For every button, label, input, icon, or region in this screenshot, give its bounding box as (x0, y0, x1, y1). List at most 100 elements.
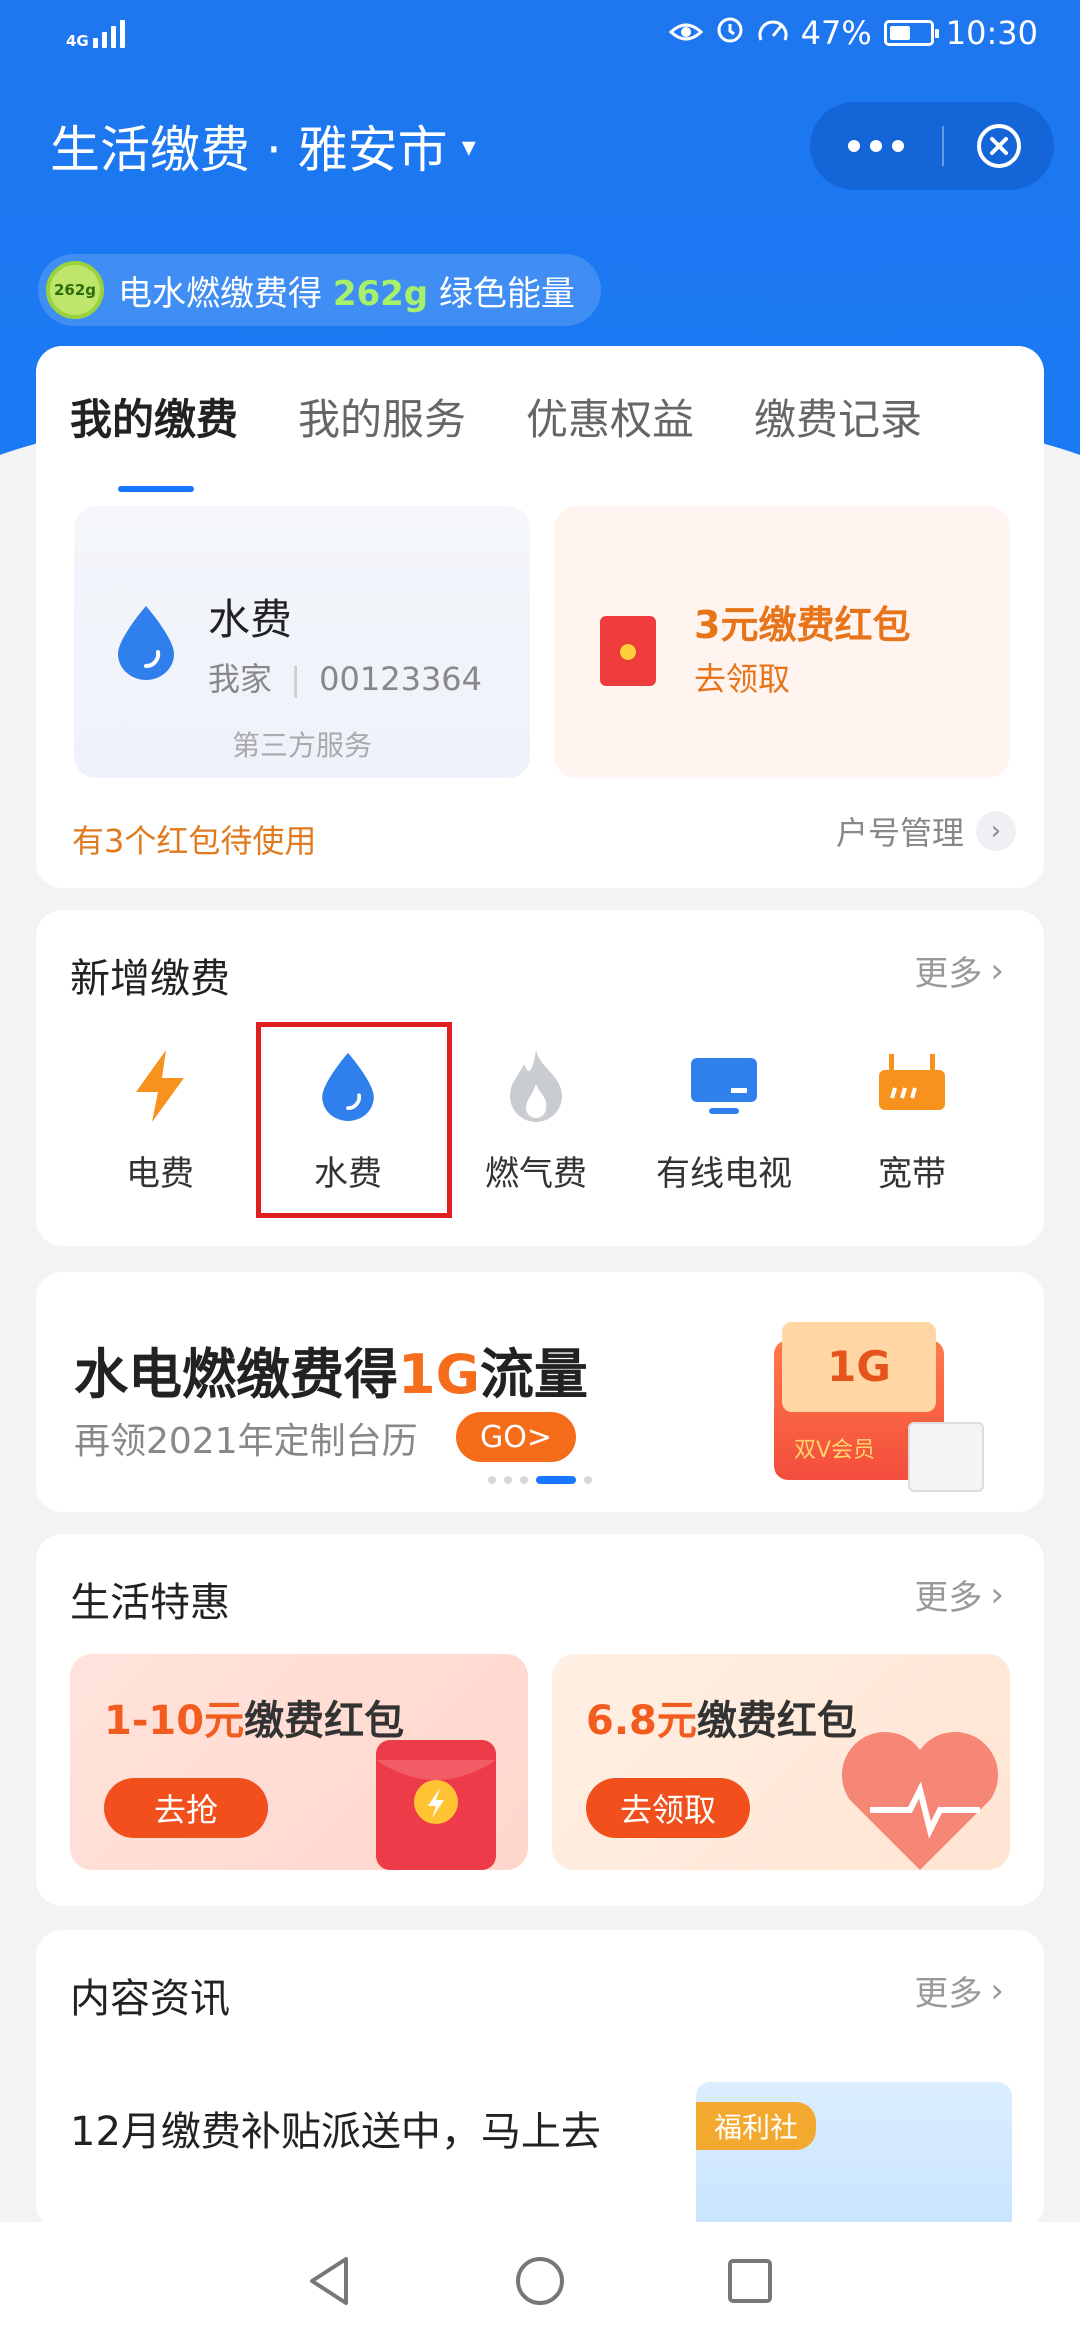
energy-text-after: 绿色能量 (438, 273, 575, 314)
back-icon[interactable] (306, 2255, 354, 2307)
water-selection-highlight (256, 1022, 452, 1218)
payment-type-label: 宽带 (878, 1154, 946, 1194)
tv-icon (688, 1050, 760, 1122)
grab-button[interactable]: 去抢 (104, 1778, 268, 1838)
gift-amount: 1G (782, 1322, 936, 1412)
more-label: 更多 (914, 954, 983, 994)
tab-bar: 我的缴费 我的服务 优惠权益 缴费记录 (70, 386, 922, 492)
new-payment-card: 新增缴费 更多 › 电费 水费 燃气费 有线电视 宽带 (36, 910, 1044, 1246)
more-label: 更多 (914, 1974, 983, 2014)
section-title: 新增缴费 (70, 956, 230, 1002)
bill-name: 水费 (208, 595, 293, 644)
section-title: 生活特惠 (70, 1580, 230, 1626)
news-thumbnail[interactable]: 福利社 (696, 2082, 1012, 2242)
chevron-right-icon: › (990, 1574, 1004, 1615)
speedometer-icon (757, 14, 789, 52)
page-title: 生活缴费 · 雅安市 (50, 121, 448, 179)
deal-card-1[interactable]: 1-10元缴费红包 去抢 (70, 1654, 528, 1870)
system-nav-bar (0, 2222, 1080, 2340)
deal-title: 6.8元缴费红包 (586, 1688, 857, 1746)
promo-banner[interactable]: 水电燃缴费得1G流量 再领2021年定制台历 GO> 1G 双V会员 (36, 1272, 1044, 1512)
tab-my-payment[interactable]: 我的缴费 (70, 386, 238, 492)
account-management-label: 户号管理 (835, 814, 964, 852)
payment-type-electricity[interactable]: 电费 (66, 1050, 254, 1195)
chevron-right-icon: › (990, 950, 1004, 991)
deal-title: 1-10元缴费红包 (104, 1688, 404, 1746)
carousel-indicator (488, 1476, 592, 1484)
news-card: 内容资讯 更多 › 12月缴费补贴派送中，马上去 福利社 (36, 1930, 1044, 2242)
banner-headline-suffix: 流量 (479, 1343, 588, 1406)
banner-subtitle: 再领2021年定制台历 (74, 1421, 418, 1462)
green-energy-banner[interactable]: 262g 电水燃缴费得 262g 绿色能量 (38, 254, 601, 326)
banner-headline-prefix: 水电燃缴费得 (74, 1343, 398, 1406)
calendar-icon (908, 1422, 984, 1492)
deal-text: 缴费红包 (244, 1698, 405, 1744)
clock: 10:30 (945, 14, 1038, 52)
flame-icon (500, 1050, 572, 1122)
lightning-icon (124, 1050, 196, 1122)
payment-type-gas[interactable]: 燃气费 (442, 1050, 630, 1195)
battery-percent: 47% (800, 14, 872, 52)
water-bill-card[interactable]: 水费 我家 | 00123364 第三方服务 (74, 506, 530, 778)
energy-amount: 262g (332, 273, 429, 314)
claim-button[interactable]: 去领取 (586, 1778, 750, 1838)
household-name: 我家 (208, 660, 273, 698)
bill-account: 我家 | 00123364 (208, 660, 483, 698)
eye-icon (668, 14, 703, 52)
status-bar: 4G 47% 10:30 (0, 0, 1080, 72)
more-link[interactable]: 更多 › (914, 1570, 1004, 1619)
news-headline[interactable]: 12月缴费补贴派送中，马上去 (70, 2100, 630, 2164)
router-icon (876, 1050, 948, 1122)
more-link[interactable]: 更多 › (914, 946, 1004, 995)
energy-text-before: 电水燃缴费得 (118, 273, 322, 314)
payment-type-label: 有线电视 (656, 1154, 792, 1194)
redpack-action: 去领取 (694, 660, 791, 698)
pending-redpacks-link[interactable]: 有3个红包待使用 (72, 816, 316, 862)
news-tag: 福利社 (696, 2102, 817, 2150)
tab-my-service[interactable]: 我的服务 (298, 386, 466, 447)
energy-badge: 262g (46, 261, 104, 319)
signal-bars-icon (92, 16, 125, 48)
network-type: 4G (66, 32, 89, 50)
payment-type-grid: 电费 水费 燃气费 有线电视 宽带 (36, 1050, 1044, 1195)
miniapp-capsule (810, 102, 1054, 190)
gift-label: 双V会员 (794, 1438, 876, 1463)
water-drop-icon (118, 606, 174, 680)
recents-icon[interactable] (726, 2257, 774, 2305)
gift-illustration: 1G 双V会员 (774, 1322, 984, 1492)
alarm-icon (715, 14, 745, 52)
heart-icon (841, 1731, 999, 1870)
signal-indicator: 4G (66, 16, 125, 50)
deal-amount: 1-10元 (104, 1698, 245, 1744)
redpack-card[interactable]: 3元缴费红包 去领取 (554, 506, 1010, 778)
more-label: 更多 (914, 1578, 983, 1618)
deal-amount: 6.8元 (586, 1698, 697, 1744)
red-envelope-icon (600, 616, 656, 686)
tab-payment-records[interactable]: 缴费记录 (754, 386, 922, 447)
banner-headline: 水电燃缴费得1G流量 (74, 1330, 588, 1409)
my-payment-card: 我的缴费 我的服务 优惠权益 缴费记录 水费 我家 | 00123364 第三方… (36, 346, 1044, 888)
home-icon[interactable] (514, 2255, 566, 2307)
deal-card-2[interactable]: 6.8元缴费红包 去领取 (552, 1654, 1010, 1870)
account-number: 00123364 (319, 660, 483, 698)
third-party-label: 第三方服务 (231, 729, 372, 762)
life-deals-card: 生活特惠 更多 › 1-10元缴费红包 去抢 6.8元缴费红包 去领取 (36, 1534, 1044, 1906)
section-title: 内容资讯 (70, 1976, 230, 2022)
go-button[interactable]: GO> (456, 1412, 576, 1462)
city-selector[interactable]: 生活缴费 · 雅安市 ▾ (50, 110, 476, 182)
more-link[interactable]: 更多 › (914, 1966, 1004, 2015)
more-options-button[interactable] (810, 140, 942, 152)
payment-type-label: 电费 (126, 1154, 194, 1194)
red-envelope-icon (376, 1740, 496, 1870)
chevron-right-icon: › (976, 811, 1016, 851)
account-management-link[interactable]: 户号管理 › (836, 808, 1016, 854)
payment-type-broadband[interactable]: 宽带 (818, 1050, 1006, 1195)
close-icon (977, 124, 1021, 168)
caret-down-icon: ▾ (461, 129, 476, 163)
payment-type-cable-tv[interactable]: 有线电视 (630, 1050, 818, 1195)
banner-headline-highlight: 1G (398, 1343, 480, 1406)
close-button[interactable] (944, 122, 1054, 170)
battery-icon (883, 20, 939, 46)
tab-benefits[interactable]: 优惠权益 (526, 386, 694, 447)
chevron-right-icon: › (990, 1970, 1004, 2011)
